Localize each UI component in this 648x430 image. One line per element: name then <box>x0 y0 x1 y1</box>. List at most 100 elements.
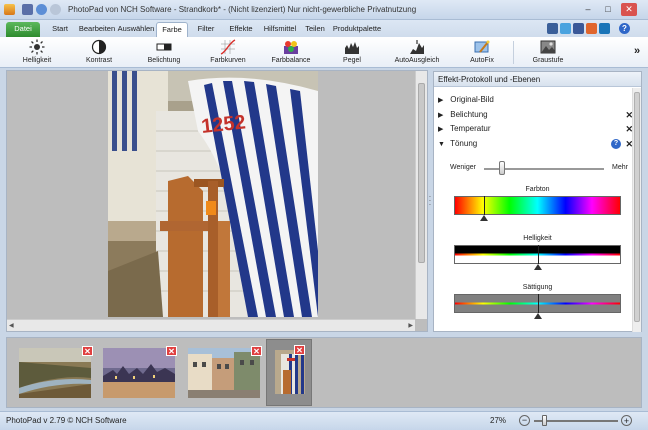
zoom-slider-thumb[interactable] <box>542 415 547 426</box>
photo-beach-chair: 1252 <box>108 71 318 317</box>
tab-effekte[interactable]: Effekte <box>226 22 256 37</box>
vertical-scroll-thumb[interactable] <box>418 83 425 263</box>
farbkurven-button[interactable]: Farbkurven <box>206 38 250 67</box>
scroll-right-icon[interactable]: ▶ <box>408 322 413 329</box>
window-title: PhotoPad von NCH Software - Strandkorb* … <box>68 5 417 14</box>
tab-teilen[interactable]: Teilen <box>302 22 328 37</box>
effect-label: Belichtung <box>450 110 488 119</box>
farbton-marker[interactable] <box>480 215 488 221</box>
effect-toenung[interactable]: ▼ Tönung ? ✕ <box>438 137 633 151</box>
tab-start[interactable]: Start <box>46 22 74 37</box>
graustufe-label: Graustufe <box>532 57 564 64</box>
pegel-button[interactable]: Pegel <box>332 38 372 67</box>
farbton-gradient[interactable] <box>454 196 621 215</box>
thumb-city-night[interactable]: ✕ <box>103 346 177 398</box>
intensity-slider-thumb[interactable] <box>499 161 505 175</box>
expand-arrow-icon[interactable]: ▶ <box>438 123 448 137</box>
effect-belichtung[interactable]: ▶ Belichtung ✕ <box>438 108 633 122</box>
graustufe-button[interactable]: Graustufe <box>526 38 570 67</box>
thumb-river-valley[interactable]: ✕ <box>19 346 93 398</box>
kontrast-button[interactable]: Kontrast <box>78 38 120 67</box>
delete-thumb-icon[interactable]: ✕ <box>294 345 305 355</box>
autofix-button[interactable]: AutoFix <box>462 38 502 67</box>
canvas-horizontal-scrollbar[interactable]: ◀ ▶ <box>7 319 415 331</box>
autoausgleich-label: AutoAusgleich <box>394 57 440 64</box>
social-icon-1[interactable] <box>547 23 558 34</box>
app-version-text: PhotoPad v 2.79 © NCH Software <box>6 416 127 425</box>
menu-tabs: Datei Start Bearbeiten Auswählen Farbe F… <box>0 20 648 37</box>
belichtung-button[interactable]: Belichtung <box>142 38 186 67</box>
saettigung-marker[interactable] <box>534 313 542 319</box>
collapse-arrow-icon[interactable]: ▼ <box>438 138 448 152</box>
youtube-icon[interactable] <box>586 23 597 34</box>
app-icon <box>4 4 15 15</box>
redo-icon[interactable] <box>50 4 61 15</box>
brightness-icon <box>29 39 45 55</box>
color-balance-icon <box>284 41 298 54</box>
tab-bearbeiten[interactable]: Bearbeiten <box>78 22 116 37</box>
helligkeit-marker[interactable] <box>534 264 542 270</box>
help-icon[interactable]: ? <box>619 23 630 34</box>
effects-panel-scrollbar[interactable] <box>632 88 641 332</box>
panel-splitter[interactable]: · · · <box>428 193 432 209</box>
image-canvas[interactable]: 1252 ◀ ▶ <box>6 70 428 332</box>
effect-original-bild[interactable]: ▶ Original-Bild <box>438 93 633 107</box>
helligkeit-label: Helligkeit <box>523 235 552 242</box>
close-button[interactable]: ✕ <box>621 3 637 16</box>
delete-thumb-icon[interactable]: ✕ <box>251 346 262 356</box>
belichtung-label: Belichtung <box>147 57 181 64</box>
tab-farbe[interactable]: Farbe <box>156 22 188 37</box>
effect-temperatur[interactable]: ▶ Temperatur ✕ <box>438 122 633 136</box>
tab-datei[interactable]: Datei <box>6 22 40 37</box>
zoom-out-button[interactable]: − <box>519 415 530 426</box>
saettigung-indicator-line <box>538 294 539 313</box>
zoom-in-button[interactable]: + <box>621 415 632 426</box>
slider-more-label: Mehr <box>612 164 628 171</box>
minimize-button[interactable]: – <box>580 3 596 16</box>
exposure-icon <box>156 43 172 51</box>
ribbon-more-button[interactable]: » <box>634 45 640 57</box>
river-valley-image <box>19 348 91 398</box>
autoausgleich-button[interactable]: AutoAusgleich <box>392 38 442 67</box>
pegel-label: Pegel <box>343 57 361 64</box>
helligkeit-button[interactable]: Helligkeit <box>16 38 58 67</box>
scroll-left-icon[interactable]: ◀ <box>9 322 14 329</box>
farbton-indicator-line <box>484 196 485 215</box>
effects-panel-header: Effekt-Protokoll und -Ebenen <box>434 72 641 87</box>
city-night-image <box>103 348 175 398</box>
delete-thumb-icon[interactable]: ✕ <box>82 346 93 356</box>
ribbon-toolbar: Helligkeit Kontrast Belichtung Farbkurve… <box>0 37 648 68</box>
tab-filter[interactable]: Filter <box>193 22 219 37</box>
levels-icon <box>345 42 359 54</box>
farbbalance-button[interactable]: Farbbalance <box>268 38 314 67</box>
autofix-label: AutoFix <box>470 57 494 64</box>
tab-produktpalette[interactable]: Produktpalette <box>332 22 382 37</box>
filmstrip: ✕ ✕ ✕ ✕ <box>6 337 642 408</box>
maximize-button[interactable]: □ <box>600 3 616 16</box>
effect-label: Temperatur <box>450 124 491 133</box>
farbbalance-label: Farbbalance <box>271 57 311 64</box>
expand-arrow-icon[interactable]: ▶ <box>438 109 448 123</box>
saettigung-label: Sättigung <box>522 284 553 291</box>
effects-panel: Effekt-Protokoll und -Ebenen ▶ Original-… <box>433 71 642 332</box>
tab-auswaehlen[interactable]: Auswählen <box>117 22 155 37</box>
facebook-icon[interactable] <box>573 23 584 34</box>
autofix-icon <box>474 40 490 53</box>
twitter-icon[interactable] <box>560 23 571 34</box>
color-curves-icon <box>220 39 236 55</box>
linkedin-icon[interactable] <box>599 23 610 34</box>
expand-arrow-icon[interactable]: ▶ <box>438 94 448 108</box>
delete-thumb-icon[interactable]: ✕ <box>166 346 177 356</box>
thumb-beach-chair[interactable]: ✕ <box>266 339 312 406</box>
auto-level-icon <box>410 40 424 54</box>
canvas-vertical-scrollbar[interactable] <box>415 71 427 319</box>
effect-label: Tönung <box>450 139 478 148</box>
undo-icon[interactable] <box>36 4 47 15</box>
help-icon[interactable]: ? <box>611 139 621 149</box>
kontrast-label: Kontrast <box>85 57 113 64</box>
farbton-label: Farbton <box>525 186 550 193</box>
tab-hilfsmittel[interactable]: Hilfsmittel <box>260 22 300 37</box>
thumb-old-town-street[interactable]: ✕ <box>188 346 262 398</box>
effects-scroll-thumb[interactable] <box>634 92 640 322</box>
save-icon[interactable] <box>22 4 33 15</box>
